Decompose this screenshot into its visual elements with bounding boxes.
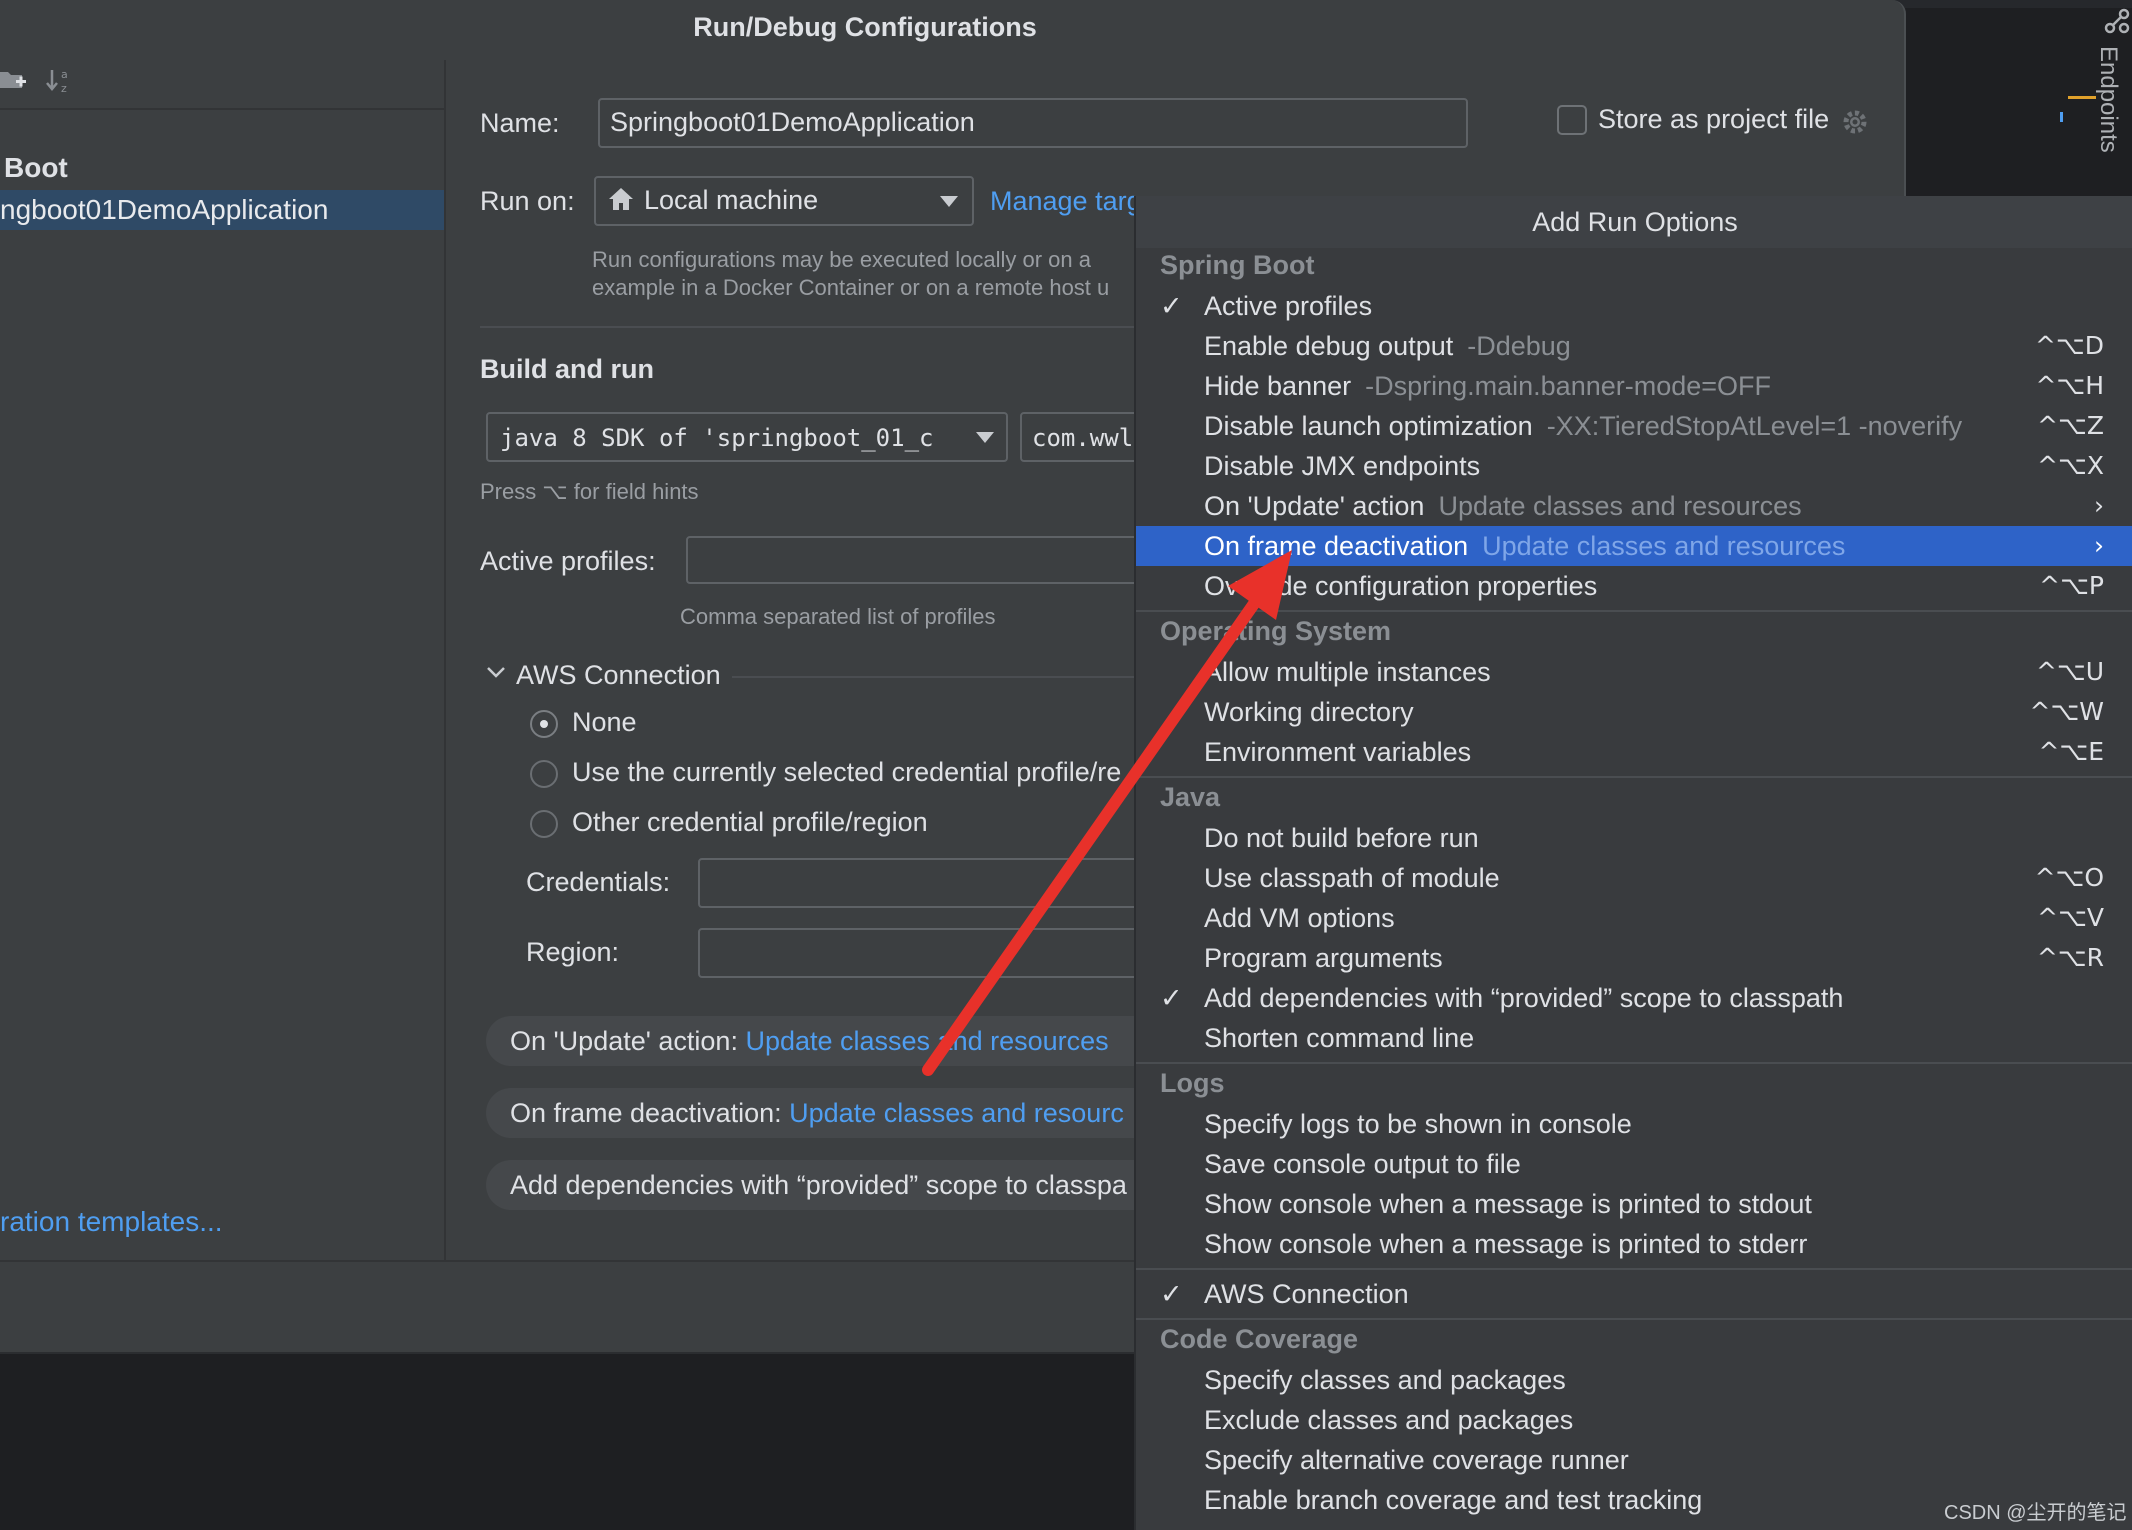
watermark: CSDN @尘开的笔记 (1944, 1502, 2127, 1524)
annotation-arrow (922, 550, 1292, 1076)
